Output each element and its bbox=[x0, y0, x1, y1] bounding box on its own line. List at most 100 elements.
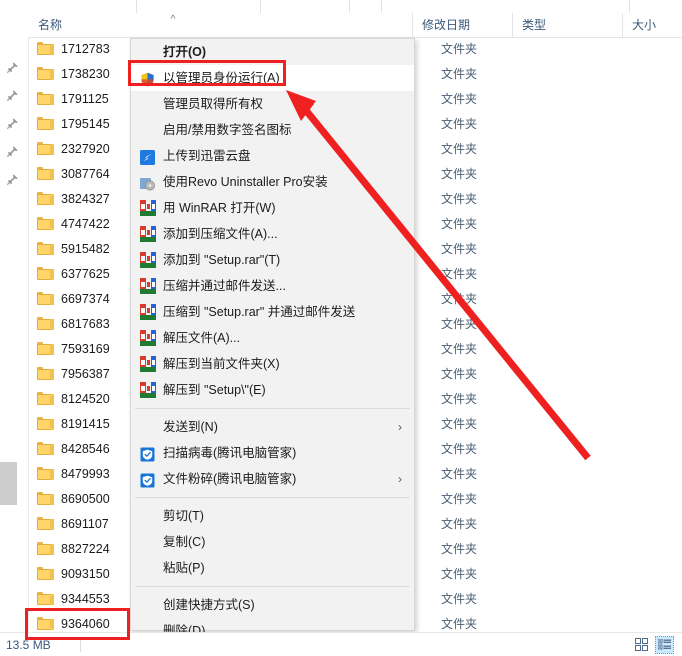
context-menu-item[interactable]: 解压到 "Setup\"(E) bbox=[131, 377, 414, 403]
context-menu-item[interactable]: 启用/禁用数字签名图标 bbox=[131, 117, 414, 143]
file-name: 8191415 bbox=[61, 417, 110, 431]
context-menu-item[interactable]: 管理员取得所有权 bbox=[131, 91, 414, 117]
file-name: 4747422 bbox=[61, 217, 110, 231]
tencent-icon bbox=[140, 445, 156, 462]
file-name: 9093150 bbox=[61, 567, 110, 581]
toolbar-remnant-strip bbox=[0, 0, 682, 19]
folder-icon bbox=[37, 66, 54, 82]
context-menu-item[interactable]: 文件粉碎(腾讯电脑管家) › bbox=[131, 466, 414, 492]
pin-icon[interactable] bbox=[6, 173, 19, 186]
context-menu-item-label: 文件粉碎(腾讯电脑管家) bbox=[163, 472, 297, 486]
context-menu-item-label: 创建快捷方式(S) bbox=[163, 598, 255, 612]
file-type: 文件夹 bbox=[441, 367, 478, 381]
file-name: 6817683 bbox=[61, 317, 110, 331]
file-type: 文件夹 bbox=[441, 217, 478, 231]
context-menu-item[interactable]: 添加到 "Setup.rar"(T) bbox=[131, 247, 414, 273]
file-name: 8124520 bbox=[61, 392, 110, 406]
file-name: 5915482 bbox=[61, 242, 110, 256]
file-type: 文件夹 bbox=[441, 517, 478, 531]
file-name: 8691107 bbox=[61, 517, 109, 531]
context-menu-item[interactable]: 发送到(N) › bbox=[131, 414, 414, 440]
large-icons-view-button[interactable] bbox=[632, 636, 651, 654]
pin-icon[interactable] bbox=[6, 89, 19, 102]
context-menu[interactable]: 打开(O) 以管理员身份运行(A) 管理员取得所有权 启用/禁用数字签名图标 上传到迅雷… bbox=[130, 38, 415, 656]
file-type: 文件夹 bbox=[441, 467, 478, 481]
navigation-pane-scrollbar-thumb[interactable] bbox=[0, 462, 17, 505]
context-menu-item[interactable]: 用 WinRAR 打开(W) bbox=[131, 195, 414, 221]
file-type: 文件夹 bbox=[441, 142, 478, 156]
revo-icon bbox=[140, 174, 156, 191]
menu-separator bbox=[135, 497, 410, 498]
context-menu-item-label: 粘贴(P) bbox=[163, 561, 205, 575]
file-name: 1791125 bbox=[61, 92, 109, 106]
pin-icon[interactable] bbox=[6, 145, 19, 158]
file-name: 2327920 bbox=[61, 142, 110, 156]
context-menu-item[interactable]: 剪切(T) bbox=[131, 503, 414, 529]
context-menu-item[interactable]: 使用Revo Uninstaller Pro安装 bbox=[131, 169, 414, 195]
column-header-date-modified[interactable]: 修改日期 bbox=[412, 13, 512, 37]
folder-icon bbox=[37, 341, 54, 357]
folder-icon bbox=[37, 591, 54, 607]
winrar-icon bbox=[140, 226, 156, 242]
details-view-button[interactable] bbox=[655, 636, 674, 654]
context-menu-item[interactable]: 添加到压缩文件(A)... bbox=[131, 221, 414, 247]
folder-icon bbox=[37, 541, 54, 557]
file-type: 文件夹 bbox=[441, 342, 478, 356]
submenu-chevron-icon: › bbox=[398, 420, 402, 434]
menu-separator bbox=[135, 408, 410, 409]
file-name: 1795145 bbox=[61, 117, 110, 131]
context-menu-item[interactable]: 创建快捷方式(S) bbox=[131, 592, 414, 618]
context-menu-item-label: 管理员取得所有权 bbox=[163, 97, 264, 111]
winrar-icon bbox=[140, 356, 156, 372]
context-menu-item-label: 添加到压缩文件(A)... bbox=[163, 227, 278, 241]
winrar-icon bbox=[140, 252, 156, 268]
context-menu-item-label: 解压到 "Setup\"(E) bbox=[163, 383, 266, 397]
context-menu-item-label: 发送到(N) bbox=[163, 420, 218, 434]
folder-icon bbox=[37, 366, 54, 382]
file-type: 文件夹 bbox=[441, 442, 478, 456]
context-menu-item[interactable]: 扫描病毒(腾讯电脑管家) bbox=[131, 440, 414, 466]
column-header-size[interactable]: 大小 bbox=[622, 13, 682, 37]
context-menu-item[interactable]: 压缩到 "Setup.rar" 并通过邮件发送 bbox=[131, 299, 414, 325]
annotation-box-run-as-admin bbox=[128, 60, 286, 86]
winrar-icon bbox=[140, 304, 156, 320]
context-menu-item-label: 使用Revo Uninstaller Pro安装 bbox=[163, 175, 328, 189]
tencent-icon bbox=[140, 471, 156, 488]
folder-icon bbox=[37, 266, 54, 282]
context-menu-item[interactable]: 解压到当前文件夹(X) bbox=[131, 351, 414, 377]
folder-icon bbox=[37, 216, 54, 232]
file-type: 文件夹 bbox=[441, 267, 478, 281]
context-menu-item-label: 添加到 "Setup.rar"(T) bbox=[163, 253, 281, 267]
file-name: 6377625 bbox=[61, 267, 110, 281]
context-menu-item[interactable]: 解压文件(A)... bbox=[131, 325, 414, 351]
toolbar-box-1 bbox=[136, 0, 262, 14]
context-menu-item[interactable]: 压缩并通过邮件发送... bbox=[131, 273, 414, 299]
winrar-icon bbox=[140, 330, 156, 346]
file-type: 文件夹 bbox=[441, 292, 478, 306]
file-type: 文件夹 bbox=[441, 92, 478, 106]
pin-icon[interactable] bbox=[6, 61, 19, 74]
column-header-name[interactable]: 名称 bbox=[29, 13, 412, 37]
context-menu-item-label: 压缩到 "Setup.rar" 并通过邮件发送 bbox=[163, 305, 356, 319]
folder-icon bbox=[37, 441, 54, 457]
file-type: 文件夹 bbox=[441, 242, 478, 256]
context-menu-item[interactable]: 上传到迅雷云盘 bbox=[131, 143, 414, 169]
file-type: 文件夹 bbox=[441, 317, 478, 331]
folder-icon bbox=[37, 141, 54, 157]
file-name: 3087764 bbox=[61, 167, 110, 181]
folder-icon bbox=[37, 416, 54, 432]
column-header-type[interactable]: 类型 bbox=[512, 13, 622, 37]
folder-icon bbox=[37, 391, 54, 407]
context-menu-item-label: 扫描病毒(腾讯电脑管家) bbox=[163, 446, 297, 460]
file-name: 6697374 bbox=[61, 292, 110, 306]
context-menu-item[interactable]: 粘贴(P) bbox=[131, 555, 414, 581]
context-menu-item[interactable]: 复制(C) bbox=[131, 529, 414, 555]
file-name: 1738230 bbox=[61, 67, 110, 81]
folder-icon bbox=[37, 41, 54, 57]
folder-icon bbox=[37, 241, 54, 257]
pin-icon[interactable] bbox=[6, 117, 19, 130]
folder-icon bbox=[37, 166, 54, 182]
context-menu-item-label: 上传到迅雷云盘 bbox=[163, 149, 251, 163]
folder-icon bbox=[37, 491, 54, 507]
file-type: 文件夹 bbox=[441, 592, 478, 606]
